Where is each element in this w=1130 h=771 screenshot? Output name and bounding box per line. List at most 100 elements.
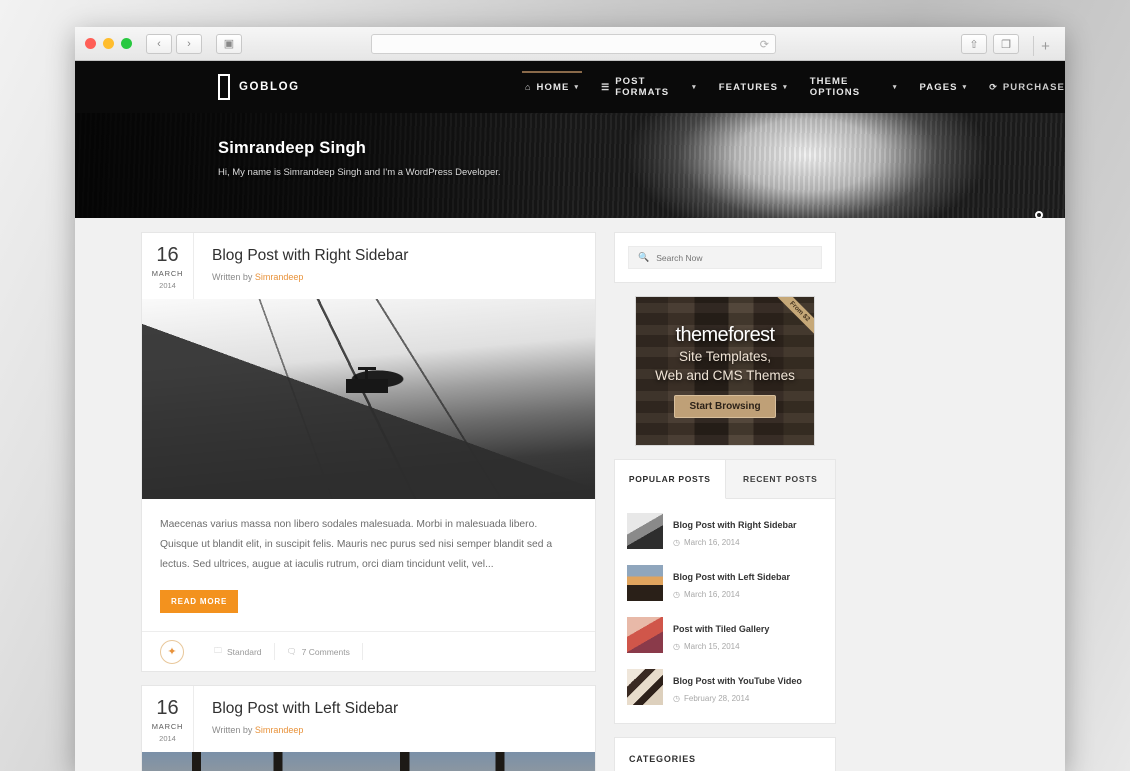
folder-icon: 🗀 xyxy=(214,645,222,655)
post-thumbnail xyxy=(627,669,663,705)
post-comments-label: 7 Comments xyxy=(301,646,350,657)
list-item[interactable]: Blog Post with Left Sidebar ◷ March 16, … xyxy=(627,557,823,609)
list-item[interactable]: Post with Tiled Gallery ◷ March 15, 2014 xyxy=(627,609,823,661)
post-month: MARCH xyxy=(151,269,184,278)
new-tab-button[interactable]: + xyxy=(1033,36,1057,56)
nav-label: Features xyxy=(718,81,779,93)
popular-post-title: Post with Tiled Gallery xyxy=(673,624,770,634)
post-month: MARCH xyxy=(151,722,184,732)
categories-widget: CATEGORIES Audio (1) Gallery (2) xyxy=(614,737,836,771)
close-window-button[interactable] xyxy=(85,38,96,49)
post-excerpt: Maecenas varius massa non libero sodales… xyxy=(160,519,553,571)
navigation-buttons: ‹ › xyxy=(146,33,202,54)
search-icon: 🔍 xyxy=(638,252,650,262)
logo-text: GOBLOG xyxy=(239,81,300,93)
content-area: 16 MARCH 2014 Blog Post with Right Sideb… xyxy=(75,218,1065,771)
post-date: 16 MARCH 2014 xyxy=(142,686,194,753)
post-comments-meta[interactable]: 🗨 7 Comments xyxy=(275,643,363,661)
logo-mark-icon xyxy=(218,74,230,100)
main-navigation: ⌂ Home ▾ ☰ Post Formats ▾ Features ▾ The… xyxy=(521,61,1065,113)
minimize-window-button[interactable] xyxy=(103,38,114,49)
author-link[interactable]: Simrandeep xyxy=(255,272,304,282)
tabs-overview-icon[interactable]: ❐ xyxy=(993,34,1019,54)
post-card: 16 MARCH 2014 Blog Post with Left Sideba… xyxy=(141,685,596,771)
date-text: March 16, 2014 xyxy=(683,538,740,547)
search-widget: 🔍 xyxy=(614,232,836,283)
share-icon[interactable]: ⇧ xyxy=(961,34,987,54)
post-year: 2014 xyxy=(159,281,176,290)
site-header: GOBLOG ⌂ Home ▾ ☰ Post Formats ▾ Feature… xyxy=(75,61,1065,113)
search-input[interactable] xyxy=(656,252,812,263)
forward-button[interactable]: › xyxy=(176,33,202,54)
clock-icon: ◷ xyxy=(673,694,680,703)
post-year: 2014 xyxy=(159,734,176,744)
clock-icon: ◷ xyxy=(673,538,680,547)
posts-tabs-widget: POPULAR POSTS RECENT POSTS Blog Post wit… xyxy=(614,459,836,724)
written-by-label: Written by xyxy=(212,272,253,282)
nav-item-theme-options[interactable]: Theme Options ▾ xyxy=(810,61,898,113)
nav-item-purchase[interactable]: ⟳ Purchase xyxy=(989,61,1065,113)
post-thumbnail xyxy=(627,565,663,601)
window-controls[interactable] xyxy=(85,38,132,49)
start-browsing-button[interactable]: Start Browsing xyxy=(674,395,776,419)
nav-label: Home xyxy=(536,81,570,93)
nav-item-features[interactable]: Features ▾ xyxy=(719,61,788,113)
address-bar[interactable]: ⟳ xyxy=(371,34,776,54)
sidebar-toggle-icon[interactable]: ▣ xyxy=(216,33,242,54)
list-item[interactable]: Blog Post with Right Sidebar ◷ March 16,… xyxy=(627,505,823,557)
ad-brand: themeforest xyxy=(675,323,775,346)
ad-line-2: Web and CMS Themes xyxy=(655,367,795,383)
comment-icon: 🗨 xyxy=(286,647,297,657)
post-format-label: Standard xyxy=(227,646,262,657)
popular-post-date: ◷ March 16, 2014 xyxy=(673,538,797,547)
list-item[interactable]: Blog Post with YouTube Video ◷ February … xyxy=(627,661,823,713)
categories-title: CATEGORIES xyxy=(629,754,696,764)
popular-post-date: ◷ February 28, 2014 xyxy=(673,694,802,703)
maximize-window-button[interactable] xyxy=(121,38,132,49)
cable-car-illustration xyxy=(345,367,388,393)
popular-post-title: Blog Post with Left Sidebar xyxy=(673,572,791,582)
read-more-button[interactable]: READ MORE xyxy=(160,590,239,614)
clock-icon: ◷ xyxy=(673,590,680,599)
chevron-down-icon: ▾ xyxy=(962,84,968,91)
post-header: 16 MARCH 2014 Blog Post with Right Sideb… xyxy=(142,233,595,299)
post-title-wrap: Blog Post with Left Sidebar Written by S… xyxy=(194,686,595,752)
nav-item-post-formats[interactable]: ☰ Post Formats ▾ xyxy=(601,61,697,113)
written-by-label: Written by xyxy=(212,725,253,736)
nav-item-home[interactable]: ⌂ Home ▾ xyxy=(521,61,583,113)
popular-post-title: Blog Post with YouTube Video xyxy=(673,676,802,686)
search-wrap: 🔍 xyxy=(615,233,835,282)
nav-label: Theme Options xyxy=(809,76,861,98)
post-title[interactable]: Blog Post with Right Sidebar xyxy=(212,247,595,265)
post-title[interactable]: Blog Post with Left Sidebar xyxy=(212,700,595,718)
themeforest-ad-banner[interactable]: themeforest Site Templates, Web and CMS … xyxy=(635,296,815,446)
post-day: 16 xyxy=(156,244,179,266)
pin-icon[interactable]: ✦ xyxy=(160,639,184,664)
browser-toolbar: ‹ › ▣ ⟳ ⇧ ❐ + xyxy=(75,27,1065,61)
post-body: Maecenas varius massa non libero sodales… xyxy=(142,499,595,631)
slider-dot-1[interactable] xyxy=(1035,211,1043,218)
tab-recent-posts[interactable]: RECENT POSTS xyxy=(725,460,835,498)
date-text: March 15, 2014 xyxy=(683,642,740,651)
search-box[interactable]: 🔍 xyxy=(628,246,822,269)
date-text: March 16, 2014 xyxy=(683,590,740,599)
hero-text-block: Simrandeep Singh Hi, My name is Simrande… xyxy=(218,139,501,178)
post-thumbnail xyxy=(627,513,663,549)
hero-slider: Simrandeep Singh Hi, My name is Simrande… xyxy=(75,113,1065,218)
site-logo[interactable]: GOBLOG xyxy=(218,74,300,100)
chevron-down-icon: ▾ xyxy=(574,84,580,91)
date-text: February 28, 2014 xyxy=(683,694,750,703)
nav-item-pages[interactable]: Pages ▾ xyxy=(920,61,968,113)
back-button[interactable]: ‹ xyxy=(146,33,172,54)
post-format-meta[interactable]: 🗀 Standard xyxy=(202,643,275,661)
post-thumbnail xyxy=(627,617,663,653)
popular-post-title: Blog Post with Right Sidebar xyxy=(673,520,797,530)
sunset-photo xyxy=(142,752,595,771)
author-link[interactable]: Simrandeep xyxy=(255,725,304,735)
sidebar: 🔍 themeforest Site Templates, Web and CM… xyxy=(614,232,836,771)
post-featured-image[interactable] xyxy=(142,299,595,499)
post-featured-image[interactable] xyxy=(142,752,595,771)
home-icon: ⌂ xyxy=(525,82,532,92)
tab-popular-posts[interactable]: POPULAR POSTS xyxy=(615,460,726,499)
reload-icon[interactable]: ⟳ xyxy=(760,38,769,51)
